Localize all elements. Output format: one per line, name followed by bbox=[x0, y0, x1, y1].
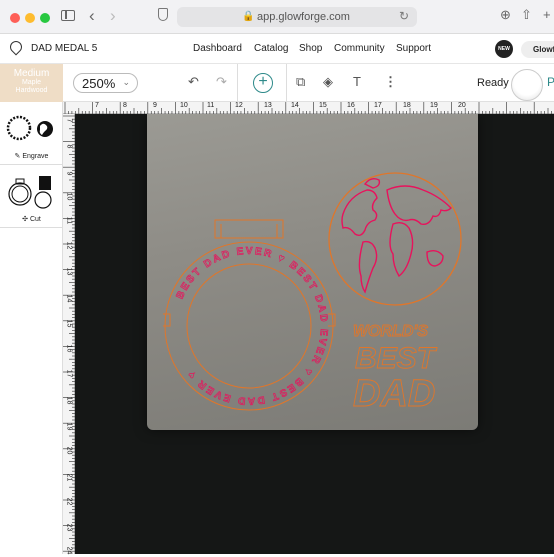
new-badge[interactable]: NEW bbox=[495, 40, 513, 58]
trace-icon[interactable]: ⧉ bbox=[296, 74, 305, 90]
text-icon[interactable]: T bbox=[353, 74, 361, 89]
material-species: Maple bbox=[21, 79, 42, 86]
undo-icon[interactable]: ↶ bbox=[188, 74, 199, 90]
cut-label[interactable]: ✣ Cut bbox=[0, 215, 63, 223]
chevron-down-icon: ⌄ bbox=[122, 77, 130, 87]
shield-icon[interactable] bbox=[158, 8, 168, 21]
back-arrow-icon[interactable]: ‹ bbox=[89, 6, 95, 26]
globe-continents bbox=[341, 177, 452, 294]
shapes-icon[interactable]: ◈ bbox=[323, 74, 333, 90]
browser-toolbar: ‹ › 🔒 app.glowforge.com ↻ ⊕ ⇧ + bbox=[0, 0, 554, 34]
ruler-label: 7 bbox=[65, 118, 73, 123]
nav-catalog[interactable]: Catalog bbox=[254, 43, 288, 54]
zoom-value: 250% bbox=[82, 76, 116, 91]
ruler-label: 11 bbox=[65, 216, 73, 225]
ruler-label: 18 bbox=[65, 396, 73, 405]
ruler-label: 17 bbox=[374, 102, 382, 109]
artwork-layer[interactable]: BEST DAD EVER ♥ BEST DAD EVER ♥ BEST DAD… bbox=[75, 114, 554, 554]
sidebar-icon[interactable] bbox=[61, 10, 75, 21]
ruler-label: 12 bbox=[235, 102, 243, 109]
ruler-label: 21 bbox=[65, 473, 73, 482]
ruler-label: 7 bbox=[95, 102, 99, 109]
ruler-label: 13 bbox=[65, 267, 73, 276]
ruler-label: 16 bbox=[65, 344, 73, 353]
reload-icon[interactable]: ↻ bbox=[399, 9, 409, 23]
ruler-horizontal: 7 8 9 10 11 12 13 14 15 16 17 18 19 20 bbox=[63, 102, 554, 114]
nav-dashboard[interactable]: Dashboard bbox=[193, 43, 242, 54]
ruler-label: 20 bbox=[65, 446, 73, 455]
divider bbox=[0, 164, 63, 165]
ruler-label: 8 bbox=[123, 102, 127, 109]
add-artwork-area: + bbox=[237, 64, 287, 102]
engrave-label[interactable]: ✎ Engrave bbox=[0, 152, 63, 160]
download-icon[interactable]: ⊕ bbox=[500, 7, 511, 23]
bed-canvas[interactable]: BEST DAD EVER ♥ BEST DAD EVER ♥ BEST DAD… bbox=[75, 114, 554, 554]
ruler-label: 22 bbox=[65, 497, 73, 506]
address-bar[interactable]: 🔒 app.glowforge.com ↻ bbox=[177, 7, 417, 27]
cut-thumbnail[interactable] bbox=[6, 174, 56, 210]
ruler-label: 10 bbox=[180, 102, 188, 109]
ruler-label: 12 bbox=[65, 241, 73, 250]
material-kind: Hardwood bbox=[15, 87, 48, 94]
design-panel: ✎ Engrave ✣ Cut bbox=[0, 102, 63, 554]
best-text: BEST bbox=[355, 342, 438, 375]
print-button[interactable] bbox=[511, 69, 543, 101]
ruler-label: 13 bbox=[264, 102, 272, 109]
ruler-label: 14 bbox=[65, 294, 73, 303]
ruler-label: 9 bbox=[153, 102, 157, 109]
url-text: app.glowforge.com bbox=[257, 11, 350, 23]
ruler-label: 10 bbox=[65, 192, 73, 201]
ruler-ticks bbox=[64, 102, 552, 114]
globe-artwork[interactable] bbox=[328, 172, 462, 306]
ruler-label: 23 bbox=[65, 523, 73, 532]
account-button[interactable]: Glowf bbox=[521, 41, 554, 58]
status-text: Ready bbox=[477, 77, 509, 89]
close-window-button[interactable] bbox=[10, 13, 20, 23]
editor-toolbar: Medium Maple Hardwood 250% ⌄ ↶ ↷ + ⧉ ◈ T… bbox=[0, 64, 554, 102]
print-label-clipped: P bbox=[547, 75, 554, 89]
share-icon[interactable]: ⇧ bbox=[521, 7, 532, 23]
redo-icon[interactable]: ↷ bbox=[216, 74, 227, 90]
app-header: DAD MEDAL 5 Dashboard Catalog Shop Commu… bbox=[0, 34, 554, 64]
minimize-window-button[interactable] bbox=[25, 13, 35, 23]
zoom-select[interactable]: 250% ⌄ bbox=[73, 73, 138, 93]
divider bbox=[0, 227, 63, 228]
ruler-vertical: 7 8 9 10 11 12 13 14 15 16 17 18 19 20 2… bbox=[63, 114, 75, 554]
worlds-text: WORLD'S bbox=[353, 323, 428, 340]
globe-cut-outline bbox=[328, 172, 462, 306]
new-tab-icon[interactable]: + bbox=[543, 7, 551, 22]
ruler-label: 9 bbox=[65, 171, 73, 176]
ruler-label: 8 bbox=[65, 144, 73, 149]
ruler-label: 18 bbox=[403, 102, 411, 109]
zoom-window-button[interactable] bbox=[40, 13, 50, 23]
nav-support[interactable]: Support bbox=[396, 43, 431, 54]
nav-shop[interactable]: Shop bbox=[299, 43, 322, 54]
ruler-label: 16 bbox=[347, 102, 355, 109]
material-selector[interactable]: Medium Maple Hardwood bbox=[0, 64, 63, 102]
ruler-label: 24 bbox=[65, 546, 73, 555]
add-artwork-button[interactable]: + bbox=[253, 73, 273, 93]
forward-arrow-icon[interactable]: › bbox=[110, 6, 116, 26]
nav-community[interactable]: Community bbox=[334, 43, 385, 54]
material-thickness: Medium bbox=[13, 68, 50, 79]
ruler-label: 19 bbox=[65, 422, 73, 431]
lock-icon: 🔒 bbox=[242, 11, 255, 22]
ruler-label: 14 bbox=[291, 102, 299, 109]
ruler-label: 15 bbox=[319, 102, 327, 109]
ruler-label: 17 bbox=[65, 369, 73, 378]
location-pin-icon bbox=[7, 38, 25, 56]
dad-text: DAD bbox=[353, 373, 435, 415]
ruler-label: 20 bbox=[458, 102, 466, 109]
ruler-label: 19 bbox=[430, 102, 438, 109]
more-options-icon[interactable]: ⋮ bbox=[384, 74, 397, 90]
ruler-label: 15 bbox=[65, 319, 73, 328]
ruler-ticks bbox=[63, 115, 75, 552]
engrave-thumbnail[interactable] bbox=[6, 114, 56, 144]
ring-engrave-text[interactable]: BEST DAD EVER ♥ BEST DAD EVER ♥ BEST DAD… bbox=[174, 246, 329, 407]
worlds-best-dad-artwork[interactable]: WORLD'S BEST DAD bbox=[353, 323, 439, 416]
ruler-label: 11 bbox=[207, 102, 215, 109]
document-title[interactable]: DAD MEDAL 5 bbox=[31, 43, 97, 54]
